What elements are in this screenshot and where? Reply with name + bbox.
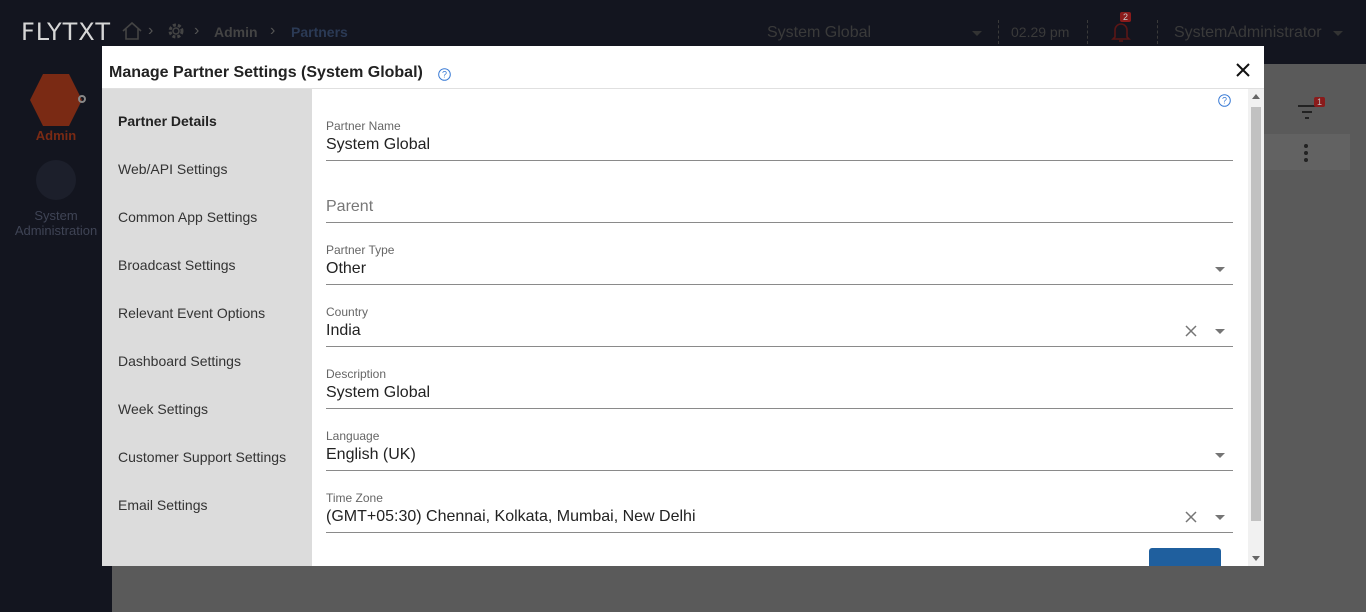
partner-details-form: ? Partner Name System Global Parent Part… xyxy=(312,89,1248,566)
partner-selector[interactable]: System Global xyxy=(767,24,871,42)
sidebar-item-broadcast-settings[interactable]: Broadcast Settings xyxy=(118,257,236,273)
indicator-dot xyxy=(78,95,86,103)
sidebar-item-customer-support-settings[interactable]: Customer Support Settings xyxy=(118,449,286,465)
sidebar-item-week-settings[interactable]: Week Settings xyxy=(118,401,208,417)
partner-type-label: Partner Type xyxy=(326,243,395,257)
language-label: Language xyxy=(326,429,380,443)
scroll-thumb[interactable] xyxy=(1251,107,1261,521)
country-value[interactable]: India xyxy=(326,322,361,340)
nav-item-system-administration[interactable]: System Administration xyxy=(0,208,112,238)
time-zone-select[interactable]: Time Zone (GMT+05:30) Chennai, Kolkata, … xyxy=(326,491,1233,533)
parent-input[interactable]: Parent xyxy=(326,198,373,216)
chevron-down-icon[interactable] xyxy=(1215,515,1225,520)
sidebar-item-web-api-settings[interactable]: Web/API Settings xyxy=(118,161,227,177)
language-value[interactable]: English (UK) xyxy=(326,446,416,464)
clear-icon[interactable] xyxy=(1185,511,1197,523)
clock-time: 02.29 pm xyxy=(1011,24,1070,40)
divider xyxy=(998,20,999,44)
more-vertical-icon[interactable] xyxy=(1302,143,1310,163)
description-input[interactable]: System Global xyxy=(326,384,430,402)
settings-sidebar: Partner Details Web/API Settings Common … xyxy=(102,89,312,566)
manage-partner-settings-modal: Manage Partner Settings (System Global) … xyxy=(102,46,1264,566)
country-select[interactable]: Country India xyxy=(326,305,1233,347)
partner-name-field[interactable]: Partner Name System Global xyxy=(326,119,1233,161)
divider xyxy=(1087,20,1088,44)
breadcrumb-separator: › xyxy=(194,22,200,39)
time-zone-value[interactable]: (GMT+05:30) Chennai, Kolkata, Mumbai, Ne… xyxy=(326,508,696,526)
modal-title: Manage Partner Settings (System Global) xyxy=(109,64,423,81)
clear-icon[interactable] xyxy=(1185,325,1197,337)
parent-field[interactable]: Parent xyxy=(326,181,1233,223)
app-logo: FLYTXT xyxy=(21,18,111,46)
breadcrumb-separator: › xyxy=(270,22,276,39)
partner-name-input[interactable]: System Global xyxy=(326,136,430,154)
sidebar-item-relevant-event-options[interactable]: Relevant Event Options xyxy=(118,305,265,321)
chevron-down-icon[interactable] xyxy=(1215,329,1225,334)
svg-text:?: ? xyxy=(442,70,447,80)
chevron-down-icon[interactable] xyxy=(1215,267,1225,272)
scroll-up-icon[interactable] xyxy=(1252,94,1260,99)
user-menu[interactable]: SystemAdministrator xyxy=(1174,24,1322,42)
time-zone-label: Time Zone xyxy=(326,491,383,505)
language-select[interactable]: Language English (UK) xyxy=(326,429,1233,471)
chevron-down-icon[interactable] xyxy=(972,31,982,36)
gear-icon[interactable] xyxy=(165,20,187,42)
partner-type-select[interactable]: Partner Type Other xyxy=(326,243,1233,285)
filter-badge: 1 xyxy=(1314,97,1326,107)
svg-text:?: ? xyxy=(1222,96,1227,106)
description-label: Description xyxy=(326,367,387,381)
scrollbar[interactable] xyxy=(1248,89,1264,566)
sidebar-item-dashboard-settings[interactable]: Dashboard Settings xyxy=(118,353,241,369)
home-icon[interactable] xyxy=(121,20,143,42)
chevron-down-icon[interactable] xyxy=(1215,453,1225,458)
breadcrumb-separator: › xyxy=(148,22,154,39)
help-icon[interactable]: ? xyxy=(1218,94,1231,107)
description-field[interactable]: Description System Global xyxy=(326,367,1233,409)
notification-badge: 2 xyxy=(1120,12,1132,22)
system-admin-icon[interactable] xyxy=(36,160,76,200)
left-nav xyxy=(0,64,112,612)
sidebar-item-partner-details[interactable]: Partner Details xyxy=(118,113,217,129)
help-icon[interactable]: ? xyxy=(438,68,451,81)
save-button[interactable] xyxy=(1149,548,1221,566)
breadcrumb-partners: Partners xyxy=(291,24,348,40)
sidebar-item-email-settings[interactable]: Email Settings xyxy=(118,497,207,513)
breadcrumb-admin[interactable]: Admin xyxy=(214,24,258,40)
bell-icon[interactable] xyxy=(1110,20,1132,44)
chevron-down-icon[interactable] xyxy=(1333,31,1343,36)
scroll-down-icon[interactable] xyxy=(1252,556,1260,561)
divider xyxy=(1157,20,1158,44)
partner-type-value[interactable]: Other xyxy=(326,260,366,278)
nav-item-admin[interactable]: Admin xyxy=(0,128,112,143)
country-label: Country xyxy=(326,305,369,319)
sidebar-item-common-app-settings[interactable]: Common App Settings xyxy=(118,209,257,225)
close-icon[interactable] xyxy=(1234,61,1252,79)
partner-name-label: Partner Name xyxy=(326,119,401,133)
